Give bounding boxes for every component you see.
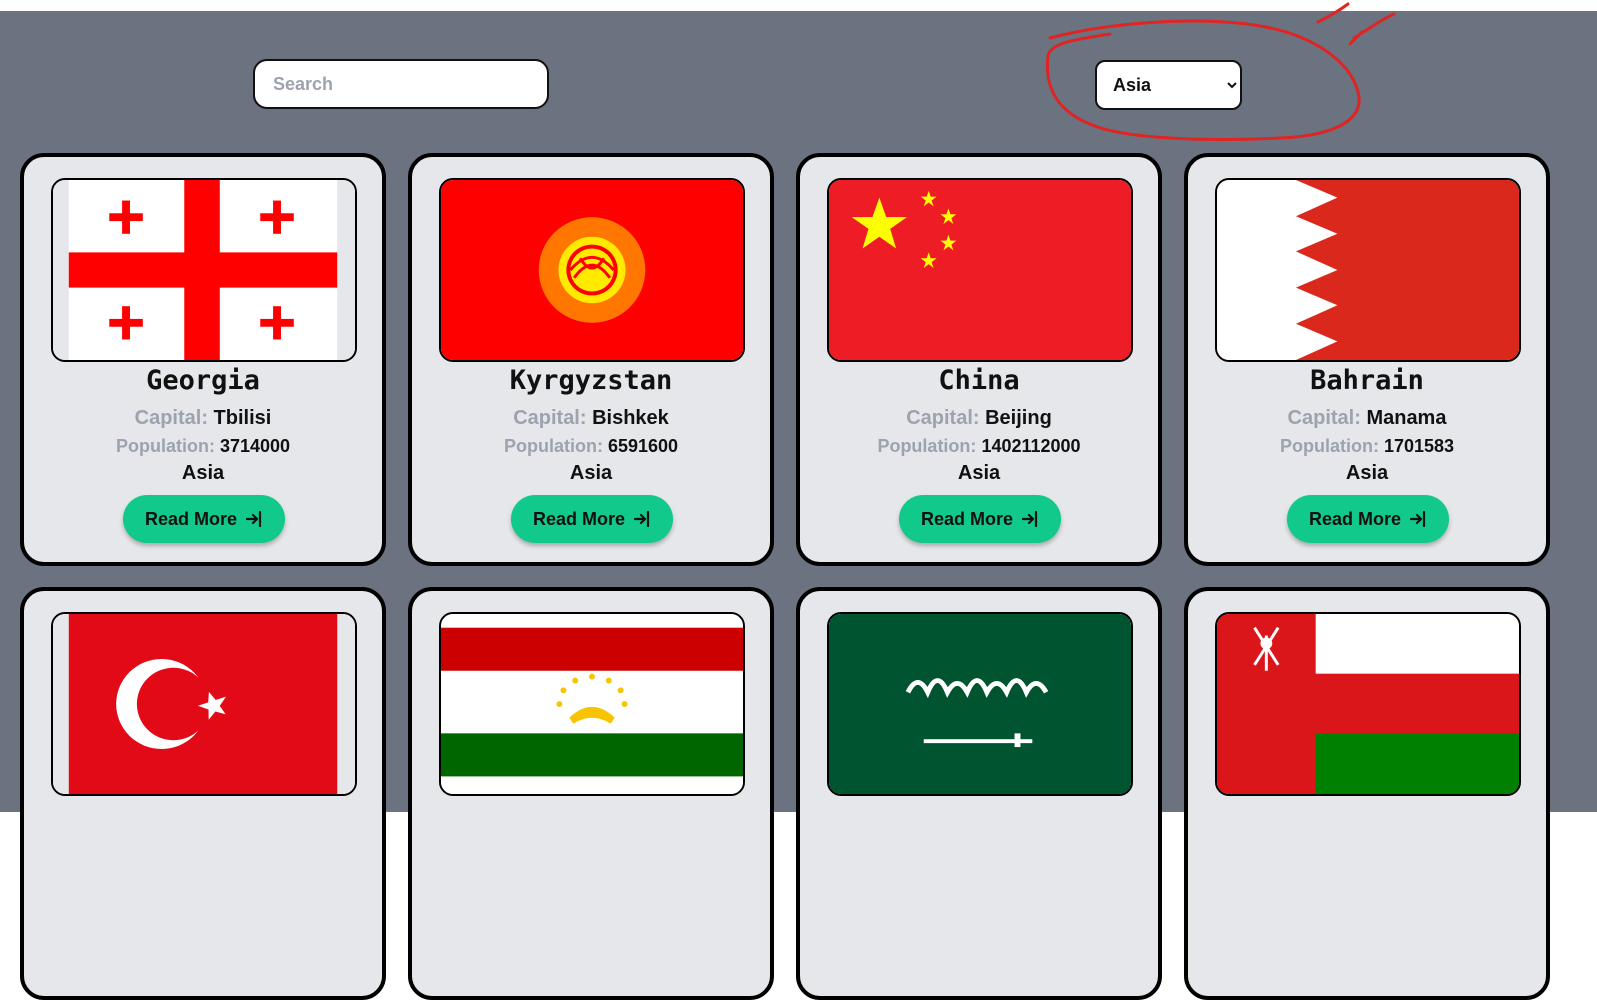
read-more-label: Read More	[920, 508, 1014, 529]
arrow-right-to-bracket-icon	[633, 510, 650, 528]
capital-label: Capital:	[134, 407, 208, 429]
capital-line: Capital: Beijing	[800, 407, 1158, 430]
country-card	[1184, 587, 1550, 1000]
population-label: Population:	[877, 436, 977, 456]
country-card: China Capital: Beijing Population: 14021…	[796, 153, 1162, 566]
population-line: Population: 3714000	[24, 436, 382, 457]
read-more-label: Read More	[532, 508, 626, 529]
country-region: Asia	[569, 462, 613, 484]
kyrgyzstan-flag	[439, 178, 745, 362]
country-name: China	[938, 365, 1020, 396]
arrow-right-to-bracket-icon	[1409, 510, 1426, 528]
china-flag	[827, 178, 1133, 362]
population-label: Population:	[503, 436, 603, 456]
country-card: Bahrain Capital: Manama Population: 1701…	[1184, 153, 1550, 566]
country-name: Georgia	[146, 365, 260, 396]
population-label: Population:	[115, 436, 215, 456]
population-value: 6591600	[607, 436, 679, 456]
region-filter-select[interactable]: Asia	[1095, 60, 1242, 110]
population-value: 1701583	[1383, 436, 1455, 456]
population-label: Population:	[1279, 436, 1379, 456]
population-line: Population: 1701583	[1188, 436, 1546, 457]
search-input[interactable]	[253, 59, 549, 109]
turkey-flag	[51, 612, 357, 796]
page-background: Asia Georgia	[0, 11, 1597, 1000]
capital-value: Beijing	[985, 407, 1052, 429]
country-card: Kyrgyzstan Capital: Bishkek Population: …	[408, 153, 774, 566]
country-region: Asia	[181, 462, 225, 484]
country-card	[20, 587, 386, 1000]
capital-value: Tbilisi	[213, 407, 272, 429]
arrow-right-to-bracket-icon	[1021, 510, 1038, 528]
read-more-button[interactable]: Read More	[511, 495, 673, 543]
capital-label: Capital:	[513, 407, 587, 429]
capital-label: Capital:	[906, 407, 980, 429]
capital-line: Capital: Manama	[1188, 407, 1546, 430]
country-region: Asia	[1345, 462, 1389, 484]
read-more-button[interactable]: Read More	[123, 495, 285, 543]
country-region: Asia	[957, 462, 1001, 484]
read-more-label: Read More	[1308, 508, 1402, 529]
country-card: Georgia Capital: Tbilisi Population: 371…	[20, 153, 386, 566]
population-value: 1402112000	[981, 436, 1081, 456]
oman-flag	[1215, 612, 1521, 796]
georgia-flag	[51, 178, 357, 362]
capital-label: Capital:	[1287, 407, 1361, 429]
capital-line: Capital: Tbilisi	[24, 407, 382, 430]
saudi-arabia-flag	[827, 612, 1133, 796]
population-line: Population: 1402112000	[800, 436, 1158, 457]
arrow-right-to-bracket-icon	[245, 510, 262, 528]
capital-value: Manama	[1366, 407, 1447, 429]
country-name: Kyrgyzstan	[509, 365, 673, 396]
read-more-button[interactable]: Read More	[1287, 495, 1449, 543]
country-card	[408, 587, 774, 1000]
tajikistan-flag	[439, 612, 745, 796]
read-more-label: Read More	[144, 508, 238, 529]
read-more-button[interactable]: Read More	[899, 495, 1061, 543]
population-value: 3714000	[219, 436, 291, 456]
country-card	[796, 587, 1162, 1000]
capital-value: Bishkek	[592, 407, 669, 429]
population-line: Population: 6591600	[412, 436, 770, 457]
capital-line: Capital: Bishkek	[412, 407, 770, 430]
country-name: Bahrain	[1310, 365, 1424, 396]
bahrain-flag	[1215, 178, 1521, 362]
